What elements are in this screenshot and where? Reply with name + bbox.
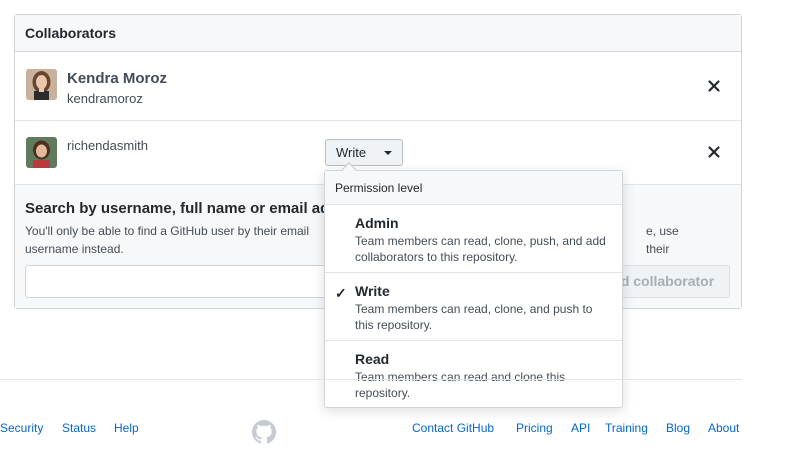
option-title: Read	[355, 351, 390, 367]
footer-link-training[interactable]: Training	[605, 421, 648, 435]
permission-select-label: Write	[336, 145, 367, 160]
collaborator-login: richendasmith	[67, 138, 148, 153]
footer-link-pricing[interactable]: Pricing	[516, 421, 553, 435]
permission-option-admin[interactable]: Admin Team members can read, clone, push…	[325, 205, 622, 273]
permission-select-button[interactable]: Write	[325, 139, 403, 166]
remove-collaborator-close-icon[interactable]	[706, 78, 722, 94]
option-title: Admin	[355, 215, 399, 231]
permission-menu-header: Permission level	[325, 171, 622, 205]
option-title: Write	[355, 283, 390, 299]
collaborator-login: kendramoroz	[67, 91, 143, 106]
avatar[interactable]	[26, 137, 57, 168]
collaborator-full-name: Kendra Moroz	[67, 70, 168, 87]
footer-link-about[interactable]: About	[708, 421, 739, 435]
avatar[interactable]	[26, 69, 57, 100]
footer-link-security[interactable]: Security	[0, 421, 43, 435]
github-logo-icon[interactable]	[252, 420, 276, 444]
footer-link-blog[interactable]: Blog	[666, 421, 690, 435]
collaborators-title: Collaborators	[15, 15, 741, 52]
footer-link-api[interactable]: API	[571, 421, 590, 435]
caret-down-icon	[384, 151, 392, 155]
option-description: Team members can read, clone, and push t…	[355, 302, 593, 332]
permission-option-read[interactable]: Read Team members can read and clone thi…	[325, 341, 622, 408]
footer-link-contact[interactable]: Contact GitHub	[412, 421, 494, 435]
footer-divider	[0, 379, 742, 380]
footer-link-status[interactable]: Status	[62, 421, 96, 435]
search-title: Search by username, full name or email a…	[25, 200, 345, 217]
option-description: Team members can read and clone this rep…	[355, 370, 566, 400]
footer: Security Status Help Contact GitHub Pric…	[0, 421, 800, 441]
check-icon: ✓	[335, 285, 347, 301]
option-description: Team members can read, clone, push, and …	[355, 234, 606, 264]
collaborator-row: Kendra Moroz kendramoroz	[15, 52, 741, 121]
permission-option-write[interactable]: ✓ Write Team members can read, clone, an…	[325, 273, 622, 341]
permission-dropdown-menu: Permission level Admin Team members can …	[324, 162, 623, 408]
footer-link-help[interactable]: Help	[114, 421, 139, 435]
add-collaborator-button[interactable]: d collaborator	[605, 265, 730, 298]
remove-collaborator-close-icon[interactable]	[706, 144, 722, 160]
